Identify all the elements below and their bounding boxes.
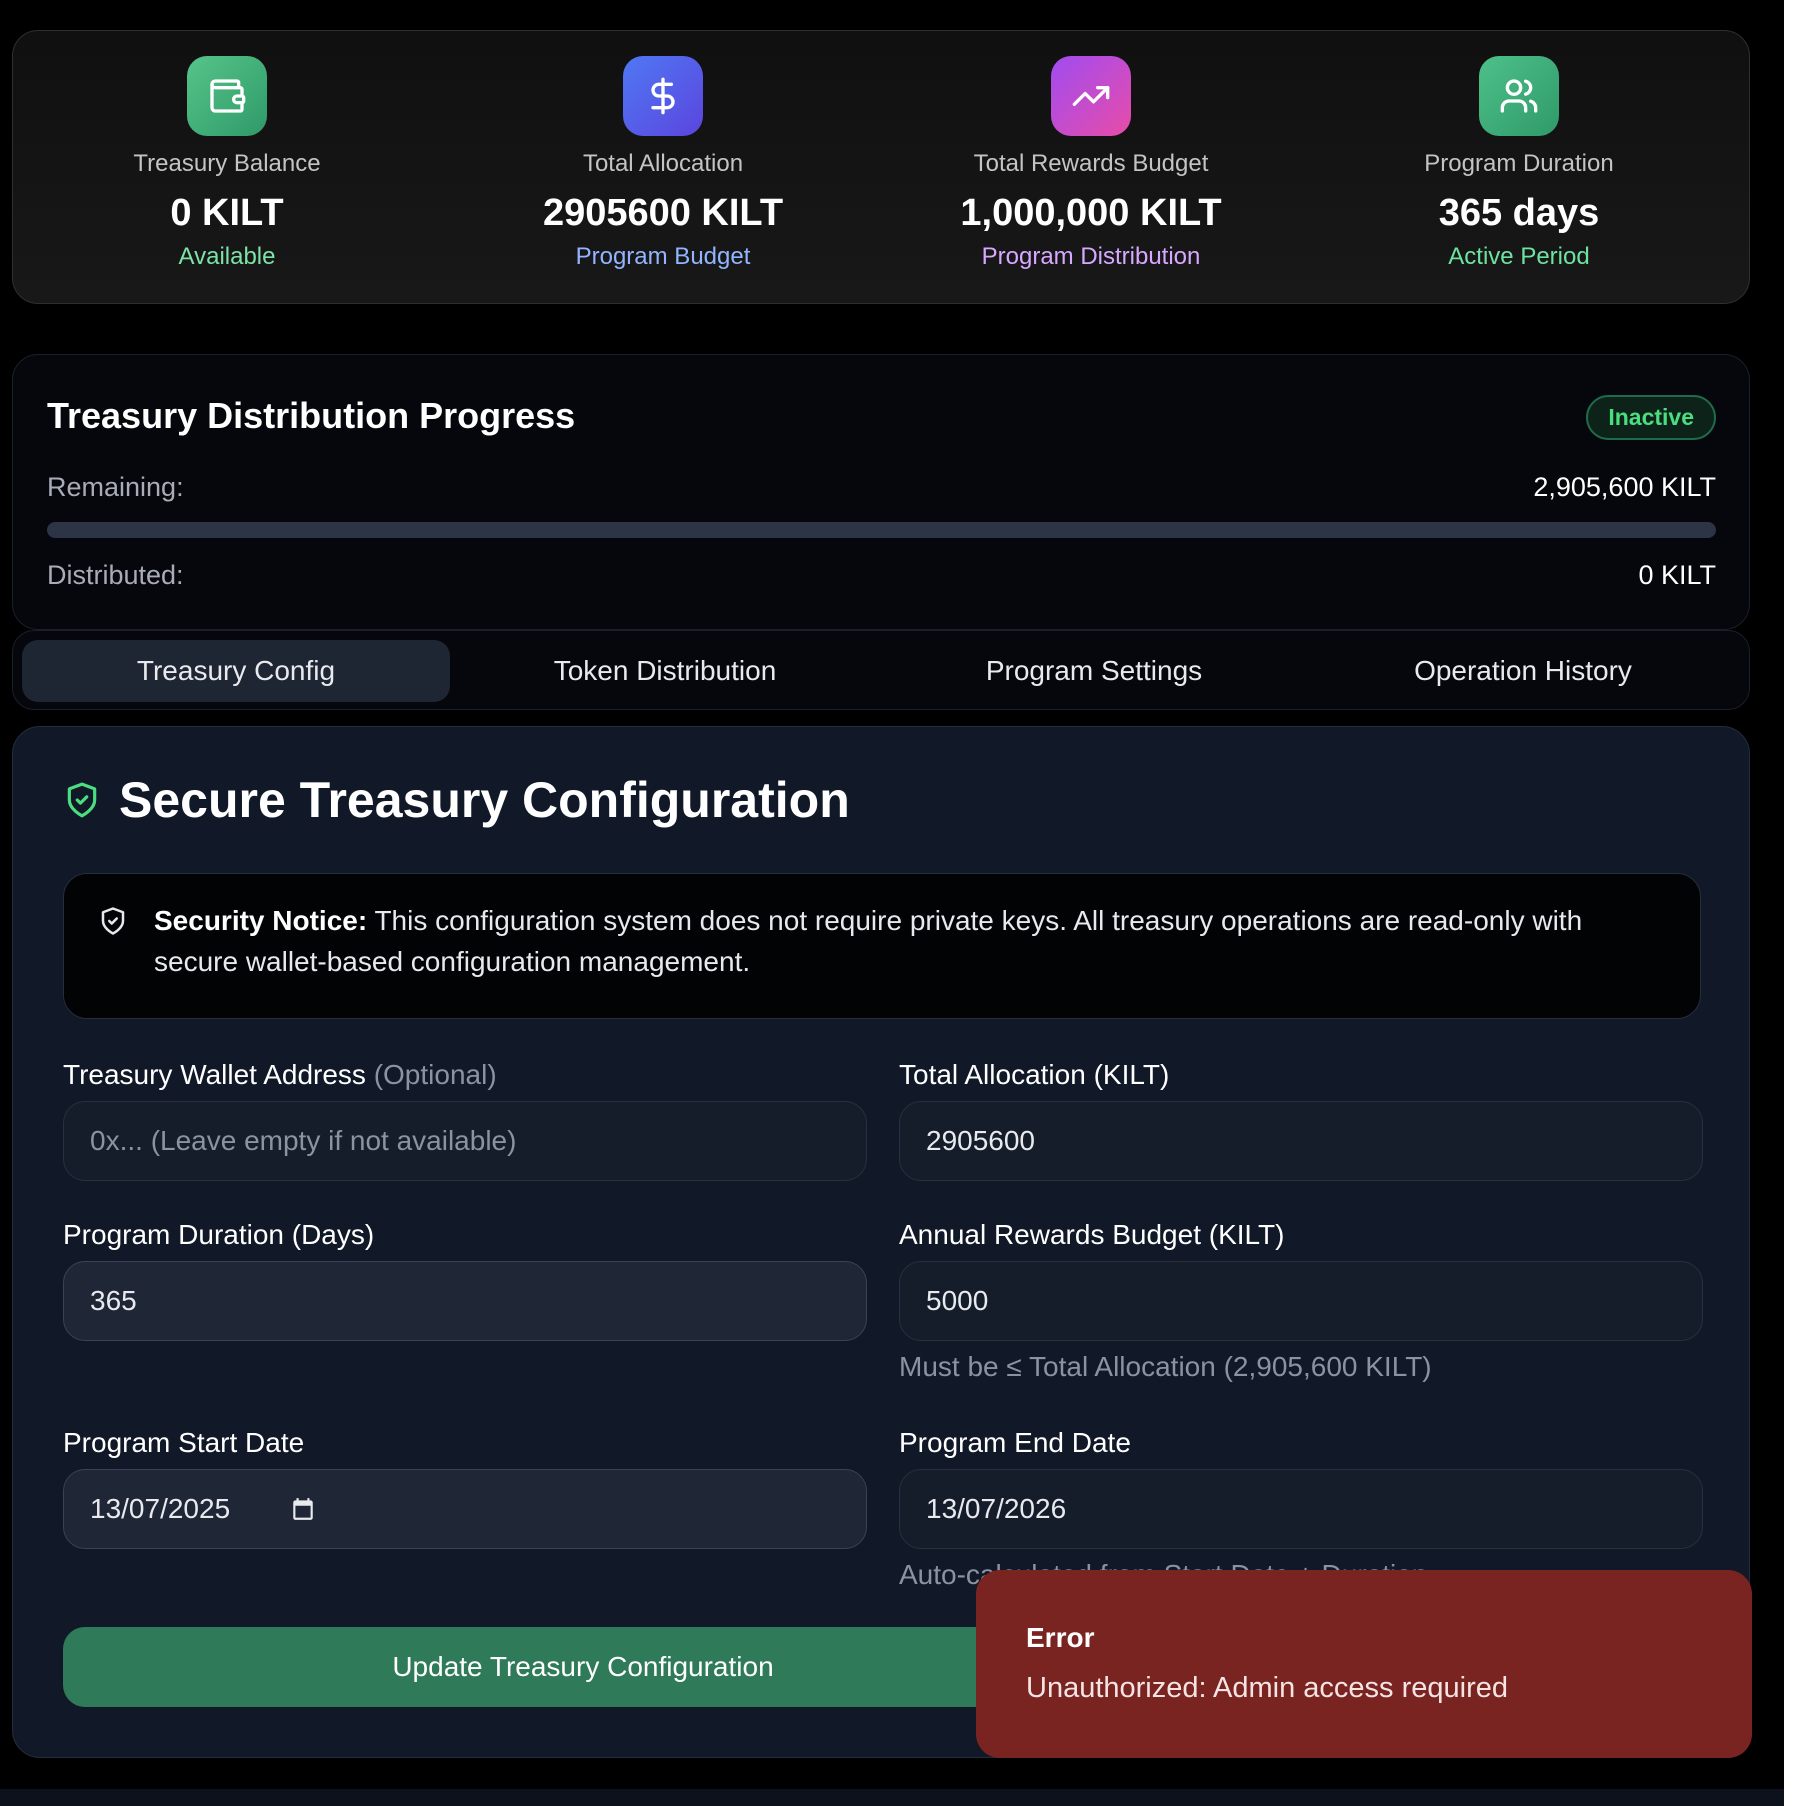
tab-treasury-config[interactable]: Treasury Config xyxy=(22,640,450,702)
status-badge: Inactive xyxy=(1586,395,1716,440)
distributed-label: Distributed: xyxy=(47,560,184,590)
distribution-progress-card: Treasury Distribution Progress Inactive … xyxy=(12,354,1750,630)
stat-program-duration: Program Duration 365 days Active Period xyxy=(1305,56,1733,271)
start-date-input[interactable]: 13/07/2025 xyxy=(63,1469,867,1549)
wallet-label-text: Treasury Wallet Address xyxy=(63,1059,366,1090)
tab-operation-history[interactable]: Operation History xyxy=(1309,640,1737,702)
duration-input[interactable]: 365 xyxy=(63,1261,867,1341)
remaining-label: Remaining: xyxy=(47,472,184,502)
wallet-icon xyxy=(187,56,267,136)
config-title: Secure Treasury Configuration xyxy=(119,772,850,828)
calendar-icon[interactable] xyxy=(290,1496,316,1522)
scrollbar[interactable] xyxy=(1784,0,1812,1806)
distribution-progress-bar xyxy=(47,522,1716,538)
trending-up-icon xyxy=(1051,56,1131,136)
stat-sub: Program Distribution xyxy=(981,243,1201,270)
distributed-value: 0 KILT xyxy=(1638,560,1716,590)
stat-total-allocation: Total Allocation 2905600 KILT Program Bu… xyxy=(449,56,877,271)
total-allocation-input[interactable]: 2905600 xyxy=(899,1101,1703,1181)
stat-sub: Program Budget xyxy=(575,243,751,270)
tab-bar: Treasury Config Token Distribution Progr… xyxy=(12,630,1750,710)
start-date-label: Program Start Date xyxy=(63,1427,305,1458)
notice-bold: Security Notice: xyxy=(154,905,368,936)
remaining-value: 2,905,600 KILT xyxy=(1533,472,1716,502)
stat-value: 1,000,000 KILT xyxy=(960,192,1222,234)
security-notice: Security Notice: This configuration syst… xyxy=(63,873,1701,1019)
error-toast[interactable]: Error Unauthorized: Admin access require… xyxy=(976,1570,1752,1758)
page-bottom xyxy=(0,1789,1784,1806)
toast-message: Unauthorized: Admin access required xyxy=(1026,1672,1508,1704)
end-date-label: Program End Date xyxy=(899,1427,1131,1458)
dollar-icon xyxy=(623,56,703,136)
update-config-button[interactable]: Update Treasury Configuration xyxy=(63,1627,1103,1707)
total-allocation-label: Total Allocation (KILT) xyxy=(899,1059,1170,1090)
annual-budget-input[interactable]: 5000 xyxy=(899,1261,1703,1341)
toast-title: Error xyxy=(1026,1622,1095,1653)
start-date-value: 13/07/2025 xyxy=(90,1493,231,1524)
stat-value: 0 KILT xyxy=(170,192,284,234)
stat-value: 2905600 KILT xyxy=(542,192,784,234)
shield-check-icon xyxy=(63,781,101,824)
wallet-address-input[interactable]: 0x... (Leave empty if not available) xyxy=(63,1101,867,1181)
duration-label: Program Duration (Days) xyxy=(63,1219,375,1250)
security-notice-text: Security Notice: This configuration syst… xyxy=(154,900,1634,982)
annual-budget-label: Annual Rewards Budget (KILT) xyxy=(899,1219,1285,1250)
stat-label: Treasury Balance xyxy=(133,150,321,177)
stat-label: Total Allocation xyxy=(582,150,744,177)
optional-tag: (Optional) xyxy=(373,1059,497,1090)
shield-check-icon xyxy=(98,906,128,941)
tab-program-settings[interactable]: Program Settings xyxy=(880,640,1308,702)
users-icon xyxy=(1479,56,1559,136)
stats-card: Treasury Balance 0 KILT Available Total … xyxy=(12,30,1750,304)
stat-sub: Active Period xyxy=(1448,243,1590,270)
stat-label: Program Duration xyxy=(1424,150,1614,177)
notice-body: This configuration system does not requi… xyxy=(154,905,1583,977)
tab-token-distribution[interactable]: Token Distribution xyxy=(451,640,879,702)
annual-budget-hint: Must be ≤ Total Allocation (2,905,600 KI… xyxy=(899,1351,1432,1382)
progress-title: Treasury Distribution Progress xyxy=(47,395,576,436)
stat-value: 365 days xyxy=(1438,192,1600,234)
stat-sub: Available xyxy=(178,243,276,270)
stat-total-rewards-budget: Total Rewards Budget 1,000,000 KILT Prog… xyxy=(877,56,1305,271)
stat-treasury-balance: Treasury Balance 0 KILT Available xyxy=(13,56,441,271)
end-date-input: 13/07/2026 xyxy=(899,1469,1703,1549)
wallet-address-label: Treasury Wallet Address (Optional) xyxy=(63,1059,497,1091)
stat-label: Total Rewards Budget xyxy=(973,150,1209,177)
